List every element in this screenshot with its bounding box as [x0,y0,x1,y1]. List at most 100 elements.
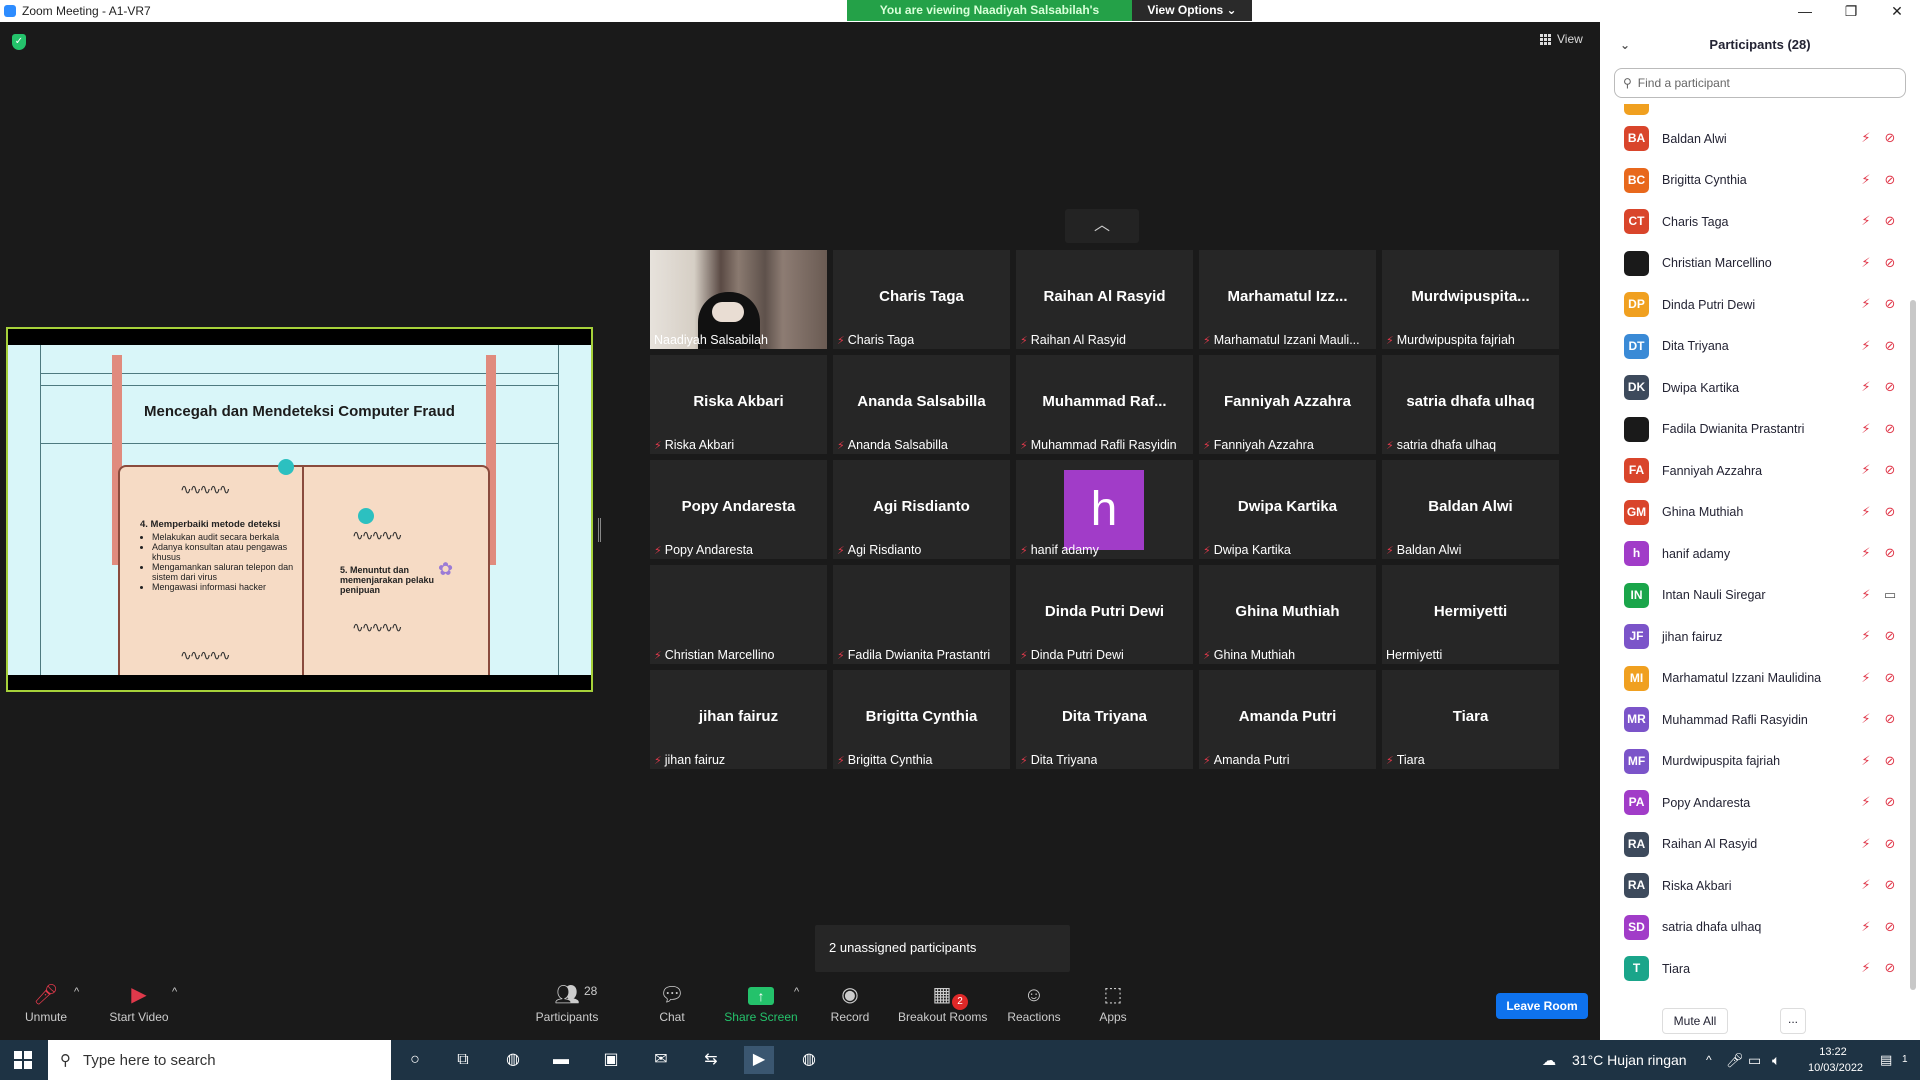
participant-row[interactable]: DP Dinda Putri Dewi ⚡︎ ⊘ [1600,284,1906,325]
muted-mic-icon[interactable]: ⚡︎ [1858,338,1874,354]
video-off-icon[interactable]: ⊘ [1882,379,1898,395]
maximize-button[interactable]: ❐ [1828,0,1874,22]
system-clock[interactable]: 13:22 10/03/2022 [1808,1044,1863,1076]
muted-mic-icon[interactable]: ⚡︎ [1858,960,1874,976]
muted-mic-icon[interactable]: ⚡︎ [1858,919,1874,935]
participant-row[interactable]: MR Muhammad Rafli Rasyidin ⚡︎ ⊘ [1600,699,1906,740]
video-off-icon[interactable]: ⊘ [1882,670,1898,686]
video-tile[interactable]: Murdwipuspita... ⚡︎ Murdwipuspita fajriah [1382,250,1559,349]
video-tile[interactable]: jihan fairuz ⚡︎ jihan fairuz [650,670,827,769]
file-explorer-icon[interactable]: ▬ [546,1046,576,1074]
video-tile[interactable]: h ⚡︎ hanif adamy [1016,460,1193,559]
muted-mic-icon[interactable]: ⚡︎ [1858,296,1874,312]
teamviewer-icon[interactable]: ⇆ [696,1046,726,1074]
task-view-icon[interactable]: ⧉ [448,1046,478,1074]
video-tile[interactable]: Charis Taga ⚡︎ Charis Taga [833,250,1010,349]
video-tile[interactable]: ⚡︎ Fadila Dwianita Prastantri [833,565,1010,664]
video-tile[interactable]: Tiara ⚡︎ Tiara [1382,670,1559,769]
muted-mic-icon[interactable]: ⚡︎ [1858,462,1874,478]
video-off-icon[interactable]: ⊘ [1882,421,1898,437]
participant-row[interactable]: IN Intan Nauli Siregar ⚡︎ ▭ [1600,575,1906,616]
muted-mic-icon[interactable]: ⚡︎ [1858,628,1874,644]
video-tile[interactable]: Baldan Alwi ⚡︎ Baldan Alwi [1382,460,1559,559]
video-on-icon[interactable]: ▭ [1882,587,1898,603]
video-tile[interactable]: Brigitta Cynthia ⚡︎ Brigitta Cynthia [833,670,1010,769]
shared-screen[interactable]: Mencegah dan Mendeteksi Computer Fraud ∿… [6,327,593,692]
video-tile[interactable]: Ananda Salsabilla ⚡︎ Ananda Salsabilla [833,355,1010,454]
network-icon[interactable]: ▭ [1748,1040,1761,1080]
video-tile[interactable]: Dwipa Kartika ⚡︎ Dwipa Kartika [1199,460,1376,559]
participant-row[interactable]: Fadila Dwianita Prastantri ⚡︎ ⊘ [1600,409,1906,450]
collapse-gallery-button[interactable]: ︿ [1065,209,1139,243]
muted-mic-icon[interactable]: ⚡︎ [1858,794,1874,810]
record-button[interactable]: ◉ Record [828,982,872,1024]
muted-mic-icon[interactable]: ⚡︎ [1858,836,1874,852]
video-off-icon[interactable]: ⊘ [1882,628,1898,644]
view-options-button[interactable]: View Options ⌄ [1132,0,1252,21]
tray-chevron-icon[interactable]: ^ [1706,1040,1712,1080]
view-button[interactable]: View [1540,32,1583,46]
unmute-button[interactable]: 🎤︎ Unmute [22,982,70,1024]
windows-start-icon[interactable] [14,1051,32,1069]
video-off-icon[interactable]: ⊘ [1882,794,1898,810]
video-off-icon[interactable]: ⊘ [1882,919,1898,935]
video-off-icon[interactable]: ⊘ [1882,960,1898,976]
participant-row[interactable]: BC Brigitta Cynthia ⚡︎ ⊘ [1600,160,1906,201]
video-tile[interactable]: Fanniyah Azzahra ⚡︎ Fanniyah Azzahra [1199,355,1376,454]
participant-row[interactable]: RA Riska Akbari ⚡︎ ⊘ [1600,865,1906,906]
video-off-icon[interactable]: ⊘ [1882,877,1898,893]
taskbar-search-box[interactable]: ⚲ Type here to search [48,1040,391,1080]
share-options-caret[interactable]: ^ [794,986,799,998]
video-tile[interactable]: Raihan Al Rasyid ⚡︎ Raihan Al Rasyid [1016,250,1193,349]
participant-row[interactable]: GM Ghina Muthiah ⚡︎ ⊘ [1600,492,1906,533]
video-tile[interactable]: ⚡︎ Christian Marcellino [650,565,827,664]
video-off-icon[interactable]: ⊘ [1882,462,1898,478]
participant-row[interactable]: PA Popy Andaresta ⚡︎ ⊘ [1600,782,1906,823]
leave-room-button[interactable]: Leave Room [1496,993,1588,1019]
muted-mic-icon[interactable]: ⚡︎ [1858,877,1874,893]
video-tile[interactable]: Naadiyah Salsabilah [650,250,827,349]
participant-row[interactable]: DT Dita Triyana ⚡︎ ⊘ [1600,326,1906,367]
participant-list-scrollbar[interactable] [1910,300,1916,990]
volume-icon[interactable]: 🔈︎ [1772,1040,1780,1080]
muted-mic-icon[interactable]: ⚡︎ [1858,753,1874,769]
split-resize-handle[interactable] [598,518,601,542]
muted-mic-icon[interactable]: ⚡︎ [1858,545,1874,561]
muted-mic-icon[interactable]: ⚡︎ [1858,213,1874,229]
start-video-button[interactable]: ▶︎ Start Video [104,982,174,1024]
video-tile[interactable]: Agi Risdianto ⚡︎ Agi Risdianto [833,460,1010,559]
microphone-tray-icon[interactable]: 🎤︎ [1726,1040,1744,1080]
video-tile[interactable]: Riska Akbari ⚡︎ Riska Akbari [650,355,827,454]
minimize-button[interactable]: — [1782,0,1828,22]
video-off-icon[interactable]: ⊘ [1882,753,1898,769]
participant-list[interactable]: BA Baldan Alwi ⚡︎ ⊘ BC Brigitta Cynthia ⚡︎ ⊘ CT C… [1600,104,1906,994]
audio-options-caret[interactable]: ^ [74,986,79,998]
participant-row[interactable]: JF jihan fairuz ⚡︎ ⊘ [1600,616,1906,657]
video-tile[interactable]: Hermiyetti Hermiyetti [1382,565,1559,664]
find-participant-field[interactable]: ⚲ Find a participant [1614,68,1906,98]
video-tile[interactable]: Dita Triyana ⚡︎ Dita Triyana [1016,670,1193,769]
zoom-taskbar-icon[interactable]: ▶ [744,1046,774,1074]
video-off-icon[interactable]: ⊘ [1882,504,1898,520]
weather-icon[interactable]: ☁ [1542,1040,1556,1080]
apps-button[interactable]: ⬚ Apps [1098,982,1128,1024]
muted-mic-icon[interactable]: ⚡︎ [1858,587,1874,603]
muted-mic-icon[interactable]: ⚡︎ [1858,421,1874,437]
video-off-icon[interactable]: ⊘ [1882,130,1898,146]
participant-row[interactable]: h hanif adamy ⚡︎ ⊘ [1600,533,1906,574]
muted-mic-icon[interactable]: ⚡︎ [1858,130,1874,146]
muted-mic-icon[interactable]: ⚡︎ [1858,255,1874,271]
video-off-icon[interactable]: ⊘ [1882,296,1898,312]
video-off-icon[interactable]: ⊘ [1882,338,1898,354]
participant-row[interactable]: RA Raihan Al Rasyid ⚡︎ ⊘ [1600,824,1906,865]
video-tile[interactable]: Muhammad Raf... ⚡︎ Muhammad Rafli Rasyidin [1016,355,1193,454]
video-tile[interactable]: satria dhafa ulhaq ⚡︎ satria dhafa ulhaq [1382,355,1559,454]
participant-row[interactable]: CT Charis Taga ⚡︎ ⊘ [1600,201,1906,242]
close-button[interactable]: ✕ [1874,0,1920,22]
video-tile[interactable]: Amanda Putri ⚡︎ Amanda Putri [1199,670,1376,769]
share-screen-button[interactable]: ↑ Share Screen [724,982,798,1024]
reactions-button[interactable]: ☺︎ Reactions [1006,982,1062,1024]
participant-row[interactable]: FA Fanniyah Azzahra ⚡︎ ⊘ [1600,450,1906,491]
participant-row[interactable]: SD satria dhafa ulhaq ⚡︎ ⊘ [1600,907,1906,948]
participant-row[interactable]: Christian Marcellino ⚡︎ ⊘ [1600,243,1906,284]
